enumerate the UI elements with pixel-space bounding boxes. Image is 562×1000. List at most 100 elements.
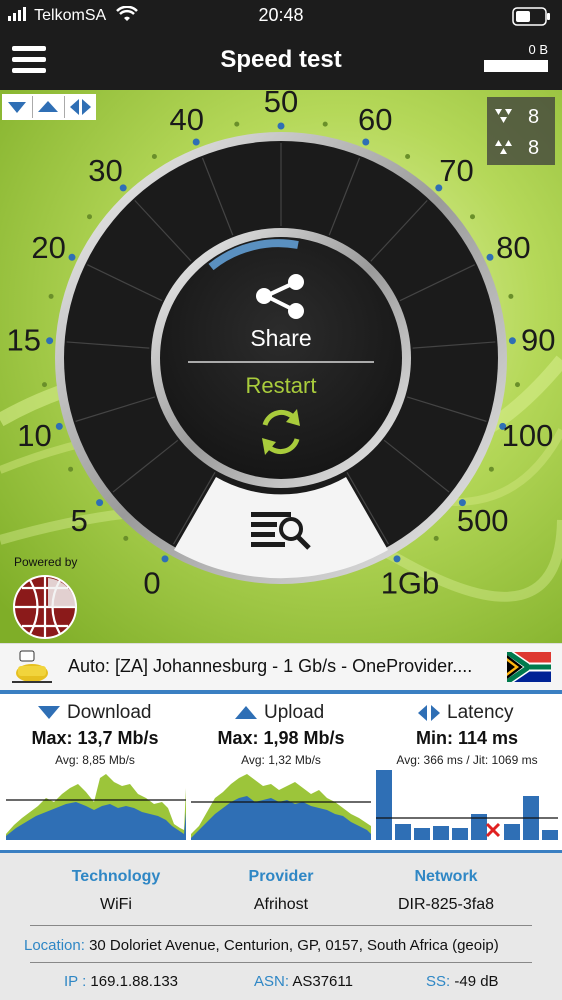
upload-threads-icon [495, 140, 512, 154]
dial-label-10: 80 [496, 230, 530, 265]
network-value: DIR-825-3fa8 [397, 896, 495, 913]
server-selector[interactable]: Auto: [ZA] Johannesburg - 1 Gb/s - OnePr… [0, 643, 562, 691]
ip-row: IP : 169.1.88.133 [64, 973, 178, 990]
info-panel: Technology WiFi Provider Afrihost Networ… [0, 853, 562, 1000]
powered-by-label: Powered by [14, 555, 77, 569]
dial-label-1: 5 [71, 503, 88, 538]
ss-value: -49 dB [454, 973, 499, 990]
latency-min: Min: 114 ms [415, 728, 519, 748]
ip-value: 169.1.88.133 [90, 973, 179, 990]
dial-minor-tick [42, 382, 47, 388]
technology-value: WiFi [100, 896, 132, 913]
ss-row: SS: -49 dB [426, 973, 499, 990]
page-title: Speed test [220, 46, 342, 73]
dial-minor-tick [87, 214, 92, 220]
dial-label-5: 30 [88, 153, 122, 188]
upload-max: Max: 1,98 Mb/s [217, 728, 345, 748]
dial-major-tick [55, 422, 63, 430]
dial-minor-tick [488, 466, 494, 472]
dial-label-6: 40 [169, 102, 203, 137]
center-disc [160, 237, 402, 479]
dial-minor-tick [322, 121, 328, 127]
provider-value: Afrihost [253, 896, 309, 913]
latency-chart [376, 770, 558, 840]
asn-label: ASN: [254, 973, 290, 990]
clock: 20:48 [258, 5, 304, 25]
location-value: 30 Doloriet Avenue, Centurion, GP, 0157,… [89, 937, 499, 954]
dial-major-tick [96, 499, 104, 507]
thread-counters: 8 8 [487, 97, 555, 165]
metrics-panel: Download Max: 13,7 Mb/s Avg: 8,85 Mb/s U… [0, 694, 562, 850]
download-max: Max: 13,7 Mb/s [31, 728, 159, 748]
dial-minor-tick [515, 382, 520, 388]
upload-label: Upload [264, 702, 325, 723]
dial-major-tick [362, 138, 370, 146]
dial-view-buttons [2, 94, 96, 120]
restart-button-label[interactable]: Restart [246, 373, 317, 398]
dial-minor-tick [151, 154, 157, 159]
dial-major-tick [486, 253, 494, 261]
data-usage-value: 0 B [528, 42, 548, 57]
dial-minor-tick [508, 293, 514, 299]
dial-minor-tick [433, 535, 439, 541]
dial-label-14: 1Gb [381, 565, 440, 600]
dial-label-9: 70 [439, 153, 473, 188]
dial-label-3: 15 [6, 323, 40, 358]
dial-label-8: 60 [358, 102, 392, 137]
download-icon [38, 706, 60, 719]
speed-dial-area: Share Restart 0 5 10 15 20 30 40 50 60 70 80 90 100 5… [0, 90, 562, 643]
latency-icon [418, 705, 440, 721]
latency-view-icon[interactable] [65, 94, 95, 120]
provider-globe-logo [13, 575, 77, 639]
dial-major-tick [393, 555, 401, 563]
upload-avg: Avg: 1,32 Mb/s [241, 753, 321, 767]
status-bar: TelkomSA 20:48 [0, 0, 562, 32]
dial-major-tick [46, 337, 54, 345]
dial-minor-tick [470, 214, 475, 220]
dial-minor-tick [234, 121, 240, 127]
ip-label: IP : [64, 973, 87, 990]
technology-label: Technology [71, 868, 161, 885]
download-avg: Avg: 8,85 Mb/s [55, 753, 135, 767]
upload-threads-count: 8 [528, 137, 540, 159]
provider-label: Provider [248, 868, 314, 885]
battery-icon [512, 7, 550, 26]
dial-label-11: 90 [521, 323, 555, 358]
south-africa-flag-icon [507, 652, 551, 682]
data-usage-bar [484, 60, 548, 72]
upload-chart [191, 774, 371, 840]
ss-label: SS: [426, 973, 451, 990]
share-button-label[interactable]: Share [250, 325, 311, 351]
server-name: Auto: [ZA] Johannesburg - 1 Gb/s - OnePr… [68, 656, 473, 676]
dial-major-tick [508, 337, 516, 345]
dial-major-tick [192, 138, 200, 146]
asn-value: AS37611 [292, 973, 353, 990]
asn-row: ASN: AS37611 [254, 973, 353, 990]
dial-label-0: 0 [143, 565, 160, 600]
latency-label: Latency [447, 702, 514, 723]
data-usage: 0 B [484, 42, 548, 72]
dial-major-tick [68, 253, 76, 261]
download-label: Download [67, 702, 152, 723]
dial-label-7: 50 [264, 90, 298, 119]
location-label: Location: [24, 937, 85, 954]
dial-minor-tick [123, 535, 129, 541]
download-view-icon[interactable] [2, 94, 32, 120]
location-row: Location: 30 Doloriet Avenue, Centurion,… [24, 937, 499, 954]
dial-minor-tick [405, 154, 411, 159]
dial-label-12: 100 [502, 418, 554, 453]
dial-major-tick [161, 555, 169, 563]
dial-minor-tick [48, 293, 54, 299]
dial-label-2: 10 [17, 418, 51, 453]
dial-label-13: 500 [457, 503, 509, 538]
download-chart [6, 774, 186, 840]
upload-view-icon[interactable] [33, 94, 63, 120]
header: Speed test 0 B [0, 32, 562, 90]
latency-avg: Avg: 366 ms / Jit: 1069 ms [396, 753, 538, 767]
dial-label-4: 20 [31, 230, 65, 265]
download-threads-count: 8 [528, 106, 540, 128]
server-icon [12, 650, 52, 683]
network-label: Network [414, 868, 478, 885]
download-threads-icon [495, 109, 512, 123]
dial-minor-tick [68, 466, 74, 472]
